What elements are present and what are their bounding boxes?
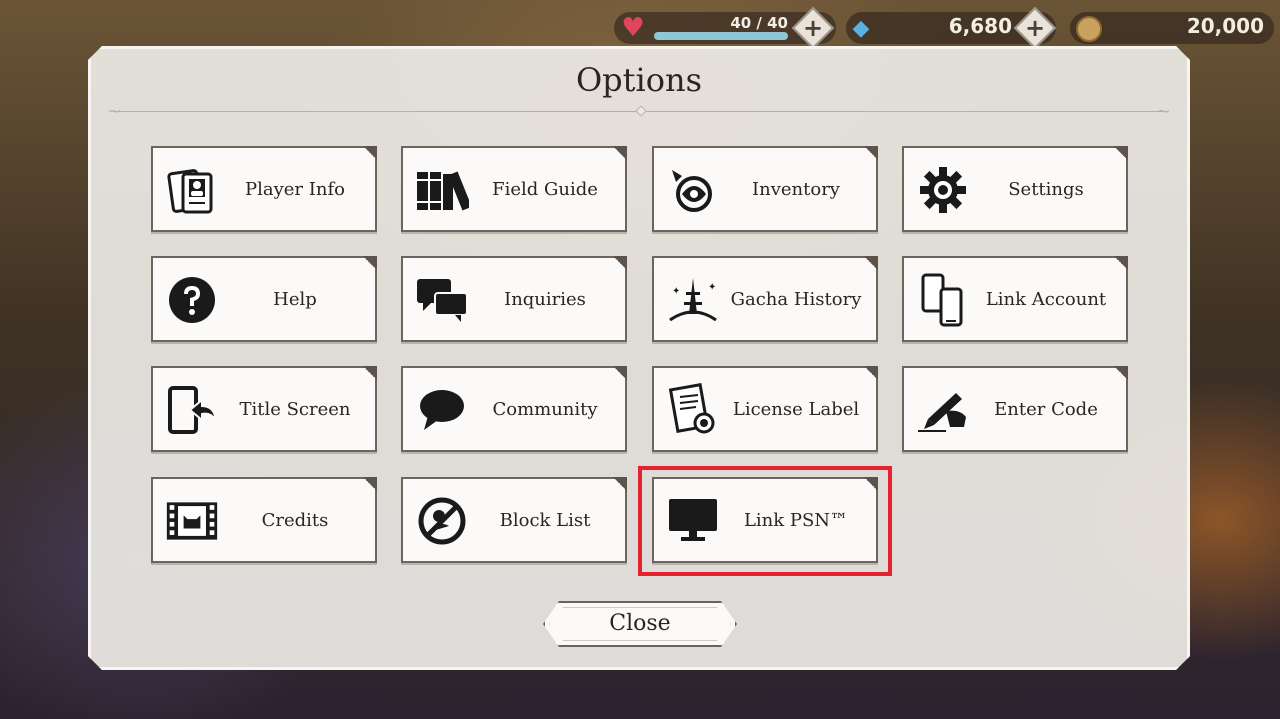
gem-count: 6,680 xyxy=(948,14,1012,38)
button-label: Enter Code xyxy=(994,398,1098,420)
button-label: Community xyxy=(492,398,598,420)
speech-bubble-icon xyxy=(415,384,469,436)
inquiries-button[interactable]: Inquiries xyxy=(401,256,627,342)
inventory-button[interactable]: Inventory xyxy=(652,146,878,232)
ornament-icon xyxy=(666,164,720,216)
phones-icon xyxy=(916,273,970,327)
button-label: Inventory xyxy=(752,178,840,200)
link-account-button[interactable]: Link Account xyxy=(902,256,1128,342)
plus-icon: + xyxy=(1024,14,1046,42)
plus-icon: + xyxy=(802,14,824,42)
button-label: Link Account xyxy=(985,288,1107,310)
svg-text:✦: ✦ xyxy=(672,286,680,297)
title-screen-button[interactable]: Title Screen xyxy=(151,366,377,452)
button-label: Player Info xyxy=(245,178,345,200)
hp-bar xyxy=(654,32,788,40)
selection-highlight xyxy=(638,466,892,576)
heart-icon: ♥ xyxy=(621,13,645,43)
tower-icon: ✦ ✦ xyxy=(666,274,720,326)
left-flourish-icon: ~ xyxy=(107,101,123,122)
field-guide-button[interactable]: Field Guide xyxy=(401,146,627,232)
resource-bar: ♥ 40 / 40 + ◆ 6,680 + 20,000 xyxy=(0,6,1280,50)
gacha-history-button[interactable]: ✦ ✦ Gacha History xyxy=(652,256,878,342)
button-label: Settings xyxy=(1008,178,1084,200)
close-button[interactable]: Close xyxy=(543,601,737,647)
button-label: Gacha History xyxy=(730,288,862,310)
button-label: Credits xyxy=(261,509,329,531)
block-list-button[interactable]: Block List xyxy=(401,477,627,563)
button-label: Inquiries xyxy=(504,288,586,310)
dialog-title: Options xyxy=(575,61,703,99)
right-flourish-icon: ~ xyxy=(1155,101,1171,122)
settings-button[interactable]: Settings xyxy=(902,146,1128,232)
gear-icon xyxy=(916,164,970,216)
enter-code-button[interactable]: Enter Code xyxy=(902,366,1128,452)
button-label: Help xyxy=(273,288,317,310)
film-icon xyxy=(165,495,219,547)
close-button-label: Close xyxy=(609,611,671,636)
coin-icon xyxy=(1076,16,1102,42)
block-icon xyxy=(415,495,469,547)
gem-icon: ◆ xyxy=(852,16,870,41)
button-label: Title Screen xyxy=(239,398,351,420)
question-icon xyxy=(165,274,219,326)
svg-text:✦: ✦ xyxy=(708,282,716,293)
button-label: Block List xyxy=(499,509,591,531)
player-info-button[interactable]: Player Info xyxy=(151,146,377,232)
options-dialog: Options ~ ~ xyxy=(88,46,1190,670)
button-label: Field Guide xyxy=(492,178,598,200)
hp-text: 40 / 40 xyxy=(730,14,788,32)
books-icon xyxy=(415,164,469,216)
button-label: License Label xyxy=(732,398,860,420)
coin-count: 20,000 xyxy=(1186,14,1264,38)
chat-bubbles-icon xyxy=(415,274,469,326)
exit-icon xyxy=(165,384,219,436)
hp-bar-fill xyxy=(654,32,788,40)
credits-button[interactable]: Credits xyxy=(151,477,377,563)
help-button[interactable]: Help xyxy=(151,256,377,342)
certificate-icon xyxy=(666,383,720,436)
license-label-button[interactable]: License Label xyxy=(652,366,878,452)
pen-icon xyxy=(916,384,970,436)
community-button[interactable]: Community xyxy=(401,366,627,452)
id-card-icon xyxy=(165,164,219,216)
divider-ornament xyxy=(635,105,646,116)
